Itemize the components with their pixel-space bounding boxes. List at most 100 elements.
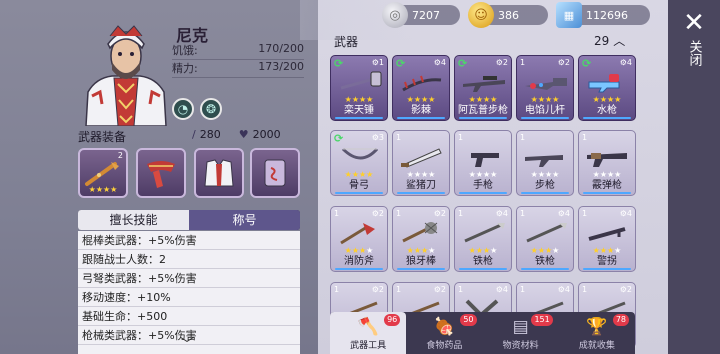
nav-achievements[interactable]: 78 🏆 成就收集 <box>559 312 635 354</box>
hunger-stat: 饥饿: 170/200 <box>172 42 304 60</box>
defense-value: 2000 <box>252 128 281 141</box>
equip-slot-scarf[interactable] <box>136 148 186 198</box>
durability-bar <box>397 268 445 270</box>
durability-bar <box>397 117 445 119</box>
weapon-name: 步枪 <box>535 180 555 191</box>
weapon-icon <box>402 222 438 243</box>
gear-icon: ⚙3 <box>371 133 384 142</box>
weapon-slot-count: 4 <box>440 58 446 67</box>
durability-bar <box>521 192 569 194</box>
durability-bar <box>521 268 569 270</box>
weapon-card[interactable]: ⟳ ⚙3 ★★★★ 骨弓 <box>330 130 388 196</box>
weapon-card[interactable]: ⟳ ⚙1 ★★★★ 栾天锤 <box>330 55 388 121</box>
weapon-icon <box>463 76 505 92</box>
weapon-name: 阿瓦普步枪 <box>458 105 508 116</box>
heart-icon: ♥ <box>238 128 249 141</box>
weapon-card[interactable]: 1 ⚙2 ★★★★ 电馅儿杆 <box>516 55 574 121</box>
gear-icon: ⚙2 <box>433 209 446 218</box>
gear-icon: ⚙2 <box>371 209 384 218</box>
gold-coin-icon: ☺ <box>468 2 494 28</box>
gold-currency: ☺ 386 <box>468 2 548 28</box>
weapon-card[interactable]: 1 ⚙4 ★★★★ 铁枪 <box>516 206 574 272</box>
weapon-level: 1 <box>520 209 526 218</box>
weapon-level: 1 <box>520 133 526 142</box>
tab-titles[interactable]: 称号 <box>189 210 300 230</box>
equipment-title: 武器装备 <box>78 130 127 144</box>
skill-tabs: 擅长技能 称号 <box>78 210 300 230</box>
weapon-name: 栾天锤 <box>344 105 374 116</box>
close-icon: ✕ <box>683 8 705 38</box>
durability-bar <box>335 268 383 270</box>
weapon-slot-count: 2 <box>378 209 384 218</box>
equip-slot-coat[interactable] <box>194 148 244 198</box>
weapon-level: 1 <box>458 209 464 218</box>
stomach-icon[interactable]: ◔ <box>172 98 194 120</box>
weapon-card[interactable]: 1 ★★★★ 手枪 <box>454 130 512 196</box>
weapon-icon <box>401 148 442 168</box>
weapon-name: 骨弓 <box>349 180 369 191</box>
equip-slot-pants[interactable] <box>250 148 300 198</box>
nav-badge: 78 <box>612 314 629 326</box>
weapon-icon <box>471 153 499 167</box>
weapon-name: 铁枪 <box>535 256 555 267</box>
weapon-card[interactable]: 1 ★★★★ 霰弹枪 <box>578 130 636 196</box>
attack-value: 280 <box>199 128 221 141</box>
weapon-card[interactable]: 1 ⚙4 ★★★★ 铁枪 <box>454 206 512 272</box>
list-item: 基础生命：+500 <box>78 307 300 326</box>
weapon-card[interactable]: 1 ★★★★ 鲨猪刀 <box>392 130 450 196</box>
nav-materials[interactable]: 151 ▤ 物资材料 <box>483 312 559 354</box>
durability-bar <box>459 192 507 194</box>
weapon-name: 铁枪 <box>473 256 493 267</box>
gear-icon: ⚙4 <box>557 209 570 218</box>
weapon-name: 水枪 <box>597 105 617 116</box>
list-item: 移动速度：+10% <box>78 288 300 307</box>
weapon-icon <box>341 147 379 160</box>
weapons-count-value: 29 <box>594 34 610 48</box>
weapon-card[interactable]: ⟳ ⚙4 ★★★★ 水枪 <box>578 55 636 121</box>
chevron-down-icon[interactable]: ﹀ <box>180 334 194 354</box>
weapon-slot-count: 3 <box>378 133 384 142</box>
list-item: 弓弩类武器：+5%伤害 <box>78 269 300 288</box>
weapon-card[interactable]: ⟳ ⚙4 ★★★★ 影棘 <box>392 55 450 121</box>
gear-icon: ⚙4 <box>495 285 508 294</box>
durability-bar <box>335 192 383 194</box>
brain-icon[interactable]: ❂ <box>200 98 222 120</box>
nav-badge: 50 <box>460 314 477 326</box>
hunger-label: 饥饿: <box>172 44 198 57</box>
defense-stat: ♥ 2000 <box>239 128 281 141</box>
silver-currency: ◎ 7207 <box>382 2 460 28</box>
weapon-icon <box>340 71 382 90</box>
weapon-name: 消防斧 <box>344 256 374 267</box>
slot-stars: ★★★★ <box>88 185 118 194</box>
nav-weapons-tools[interactable]: 96 🪓 武器工具 <box>330 312 407 354</box>
weapon-icon <box>402 75 442 92</box>
bone-club-icon <box>85 162 119 186</box>
nav-label: 食物药品 <box>426 341 463 351</box>
weapon-slot-count: 2 <box>440 209 446 218</box>
weapon-card[interactable]: 1 ⚙2 ★★★★ 消防斧 <box>330 206 388 272</box>
weapon-icon <box>525 78 567 90</box>
gear-icon: ⚙4 <box>433 58 446 67</box>
tab-skills[interactable]: 擅长技能 <box>78 210 189 230</box>
gear-icon: ⚙4 <box>619 209 632 218</box>
weapon-level: 1 <box>520 58 526 67</box>
silver-coin-icon: ◎ <box>382 2 408 28</box>
close-button[interactable]: ✕ 关闭 <box>676 10 712 80</box>
map-icon: ▦ <box>556 2 582 28</box>
weapon-level: 1 <box>396 209 402 218</box>
equip-slot-weapon[interactable]: 2 ★★★★ <box>78 148 128 198</box>
durability-bar <box>335 117 383 119</box>
weapon-card[interactable]: ⟳ ⚙2 ★★★★ 阿瓦普步枪 <box>454 55 512 121</box>
nav-label: 成就收集 <box>578 341 615 351</box>
weapon-card[interactable]: 1 ★★★★ 步枪 <box>516 130 574 196</box>
weapon-card[interactable]: 1 ⚙4 ★★★★ 警拐 <box>578 206 636 272</box>
weapons-count[interactable]: 29 ︿ <box>594 32 625 49</box>
nav-food-medicine[interactable]: 50 🍖 食物药品 <box>406 312 482 354</box>
map-currency: ▦ 112696 <box>556 2 650 28</box>
weapon-slot-count: 1 <box>378 58 384 67</box>
weapons-title: 武器 <box>334 35 359 49</box>
gear-icon: ⚙4 <box>557 285 570 294</box>
weapon-level: 1 <box>396 133 402 142</box>
weapon-card[interactable]: 1 ⚙2 ★★★★ 狼牙棒 <box>392 206 450 272</box>
weapon-name: 影棘 <box>411 105 431 116</box>
